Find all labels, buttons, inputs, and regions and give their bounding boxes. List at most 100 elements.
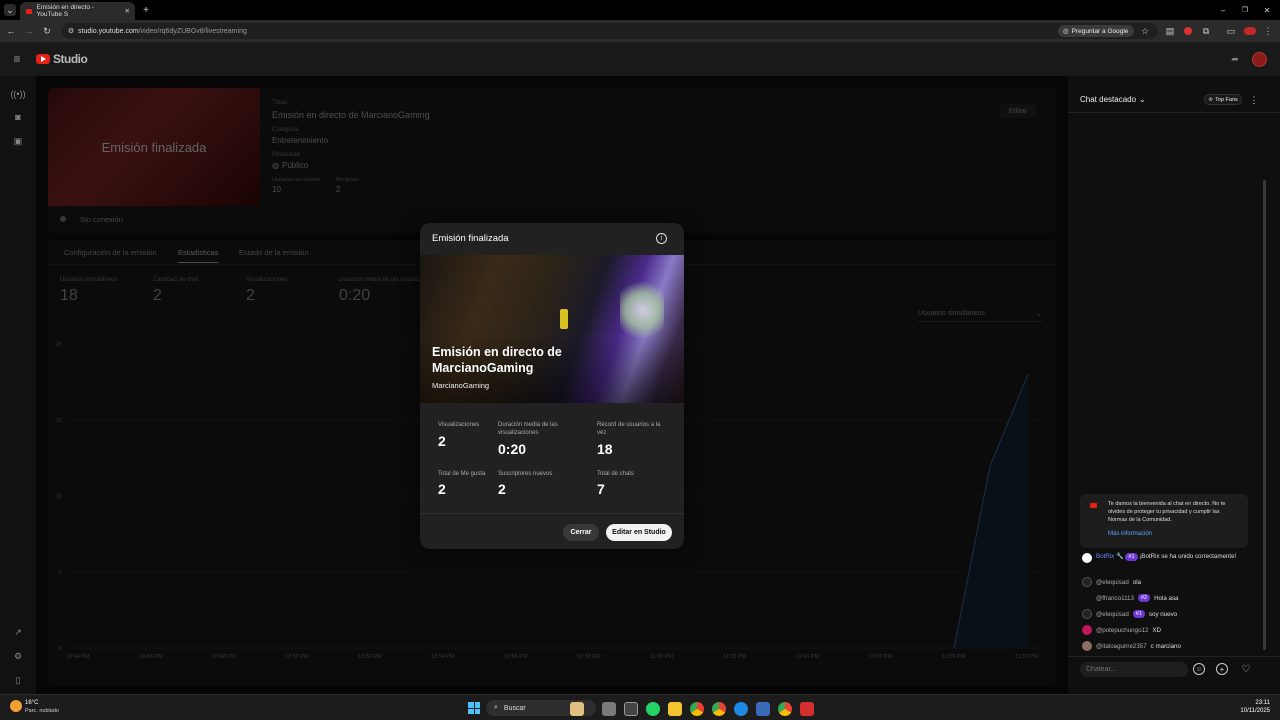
browser-tab[interactable]: Emisión en directo - YouTube S ✕ [20,2,135,20]
stat-value-total-chats: 7 [597,481,605,497]
chat-more-icon[interactable]: ⋮ [1250,94,1259,106]
windows-start-icon[interactable] [468,702,480,714]
whatsapp-icon[interactable] [646,702,660,716]
chat-message: @elequisad #1 soy nuevo [1082,609,1177,619]
youtube-small-icon [1090,503,1097,508]
edge-icon[interactable] [734,702,748,716]
settings-gear-icon[interactable]: ⚙ [11,650,25,662]
share-icon[interactable]: ➦ [1229,53,1241,65]
more-info-link[interactable]: Más información [1108,531,1152,537]
stat-label-avg-duration: Duración media de las visualizaciones [498,422,558,436]
webcam-icon[interactable]: ◙ [11,111,25,123]
tab-list-icon[interactable]: ⌄ [4,4,16,16]
external-link-icon[interactable]: ↗ [11,626,25,638]
emoji-icon[interactable]: ☺ [1193,663,1205,675]
chat-message: BotRix 🔧 #1 ¡BotRix se ha unido correcta… [1082,552,1250,563]
search-highlight-icon [570,702,584,716]
chat-mode-dropdown[interactable]: Chat destacado ⌄ [1080,95,1146,104]
cast-icon[interactable]: ▭ [1226,25,1236,37]
back-icon[interactable]: ← [6,25,16,37]
url-host: studio.youtube.com [78,27,139,35]
stat-label-likes: Total de Me gusta [438,471,486,477]
chat-username: BotRix 🔧 [1096,553,1124,560]
top-fans-button[interactable]: ♔ Top Fans [1204,94,1242,105]
address-bar[interactable]: studio.youtube.com/video/rq6dyZUBGv8/liv… [62,23,1158,39]
studio-logo[interactable]: Studio [53,52,88,66]
hamburger-menu-icon[interactable]: ≡ [10,52,24,66]
browser-menu-icon[interactable]: ⋮ [1264,25,1273,37]
stream-title: Emisión en directo de MarcianoGaming [432,345,562,375]
stat-value-likes: 2 [438,481,446,497]
app-icon-1[interactable] [624,702,638,716]
app-grid-icon[interactable] [756,702,770,716]
chat-username: @elequisad [1096,578,1129,586]
ask-google-button[interactable]: ◎ Preguntar a Google [1058,25,1134,37]
feedback-icon[interactable]: ▯ [11,674,25,686]
info-icon[interactable]: i [656,233,667,244]
url-path: /video/rq6dyZUBGv8/livestreaming [138,27,247,35]
maximize-icon[interactable]: ❐ [1240,4,1250,16]
chat-username: @potepuchungo12 [1096,626,1149,634]
thumbnail-figure [560,309,568,329]
chat-text: c marciano [1150,642,1181,650]
task-view-icon[interactable] [602,702,616,716]
close-button[interactable]: Cerrar [563,524,599,541]
live-stream-icon[interactable]: ((•)) [10,88,25,100]
avatar [1082,553,1092,563]
extensions-puzzle-icon[interactable]: ⧉ [1201,25,1211,37]
chrome-icon[interactable] [690,702,704,716]
profile-icon[interactable] [1244,27,1256,35]
windows-taskbar [0,694,1280,720]
youtube-logo-icon[interactable] [36,54,50,64]
taskbar-date[interactable]: 10/11/2025 [1230,708,1270,714]
chat-message: @elequisad ola [1082,577,1141,587]
taskbar-time[interactable]: 23:11 [1240,700,1270,706]
stat-label-total-chats: Total de chats [597,471,635,477]
stat-label-views: Visualizaciones [438,422,480,428]
google-lens-icon: ◎ [1063,28,1069,35]
forward-icon[interactable]: → [24,25,34,37]
chrome-profile-icon[interactable] [712,702,726,716]
chat-input[interactable] [1080,662,1188,677]
weather-icon[interactable] [10,700,22,712]
add-icon[interactable]: + [1216,663,1228,675]
ask-google-label: Preguntar a Google [1071,27,1129,35]
chat-messages: BotRix 🔧 #1 ¡BotRix se ha unido correcta… [1082,552,1250,563]
close-window-icon[interactable]: ✕ [1262,4,1272,16]
crown-icon: ♔ [1208,96,1214,103]
heart-icon[interactable]: ♡ [1240,663,1252,675]
stream-ended-dialog: Emisión finalizada i Emisión en directo … [420,223,684,549]
account-avatar[interactable] [1252,52,1267,67]
avatar [1082,593,1092,603]
chat-username: @ffranco1113 [1096,594,1134,602]
channel-name: MarcianoGaming [432,381,490,390]
extension-red-icon[interactable] [1184,27,1192,35]
youtube-studio-taskbar-icon[interactable] [800,702,814,716]
fan-rank-badge: #2 [1137,594,1151,602]
chat-text: XD [1152,626,1161,634]
site-info-icon[interactable]: ⚙ [66,25,76,37]
avatar [1082,625,1092,635]
edit-in-studio-button[interactable]: Editar en Studio [606,524,672,541]
weather-temp: 16°C [25,700,39,706]
dialog-title: Emisión finalizada [432,233,509,244]
file-explorer-icon[interactable] [668,702,682,716]
stat-value-avg-duration: 0:20 [498,441,527,457]
manage-icon[interactable]: ▣ [11,135,25,147]
chat-scrollbar[interactable] [1263,180,1266,650]
chat-username: @italoaguirre2357 [1096,642,1147,650]
extension-icon[interactable]: ▤ [1165,25,1175,37]
close-tab-icon[interactable]: ✕ [125,7,130,15]
new-tab-icon[interactable]: + [141,4,151,16]
search-icon: ⌕ [494,704,498,711]
chat-text: ola [1132,578,1142,586]
chat-welcome-text: Te damos la bienvenida al chat en direct… [1108,501,1226,523]
chrome-active-icon[interactable] [778,702,792,716]
chat-header-divider [1068,112,1280,113]
stat-value-new-subscribers: 2 [498,481,506,497]
bookmark-star-icon[interactable]: ☆ [1140,25,1150,37]
stat-label-new-subscribers: Suscriptores nuevos [498,471,553,477]
reload-icon[interactable]: ↻ [42,25,52,37]
chat-mode-label: Chat destacado [1080,95,1137,104]
minimize-icon[interactable]: – [1218,4,1228,16]
